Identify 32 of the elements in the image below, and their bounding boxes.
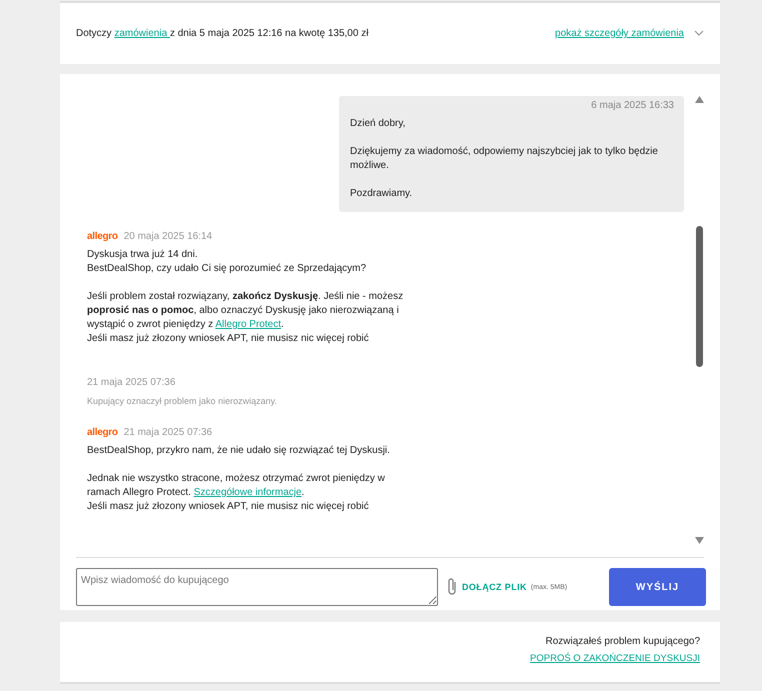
attach-file-link[interactable]: DOŁĄCZ PLIK — [462, 582, 527, 592]
message-text: Dzień dobry, — [350, 117, 406, 131]
paperclip-icon[interactable] — [446, 577, 458, 597]
message-text: BestDealShop, przykro nam, że nie udało się rozwiązać tej Dyskusji. — [87, 444, 391, 458]
resolve-question: Rozwiązałeś problem kupującego? — [545, 636, 700, 647]
logo: allegro — [87, 231, 118, 242]
order-details-link[interactable]: pokaż szczegóły zamówienia — [555, 28, 684, 39]
message-text: Jeśli masz już złozony wniosek APT, nie musisz nic więcej robić — [87, 332, 370, 346]
link[interactable]: zamówienia — [114, 28, 170, 39]
message-text: Jeśli problem został rozwiązany, zakończ Dyskusję. Jeśli nie - możesz poprosić nas o pomoc, albo oznaczyć Dyskusję jako nierozwiązaną i wystąpić o zwrot pieniędzy z Allegro Protect. — [87, 290, 404, 332]
message-date: 6 maja 2025 16:33 — [591, 100, 674, 111]
scrollbar-thumb[interactable] — [696, 226, 702, 367]
message-text: Kupujący oznaczył problem jako nierozwiązany. — [87, 395, 278, 408]
order-info: Dotyczy zamówienia z dnia 5 maja 2025 12:16 na kwotę 135,00 zł — [76, 28, 370, 39]
message-text: Jeśli masz już złozony wniosek APT, nie musisz nic więcej robić — [87, 500, 370, 514]
message-text: Dziękujemy za wiadomość, odpowiemy najszybciej jak to tylko będzie możliwe. — [350, 145, 659, 173]
message-text: Dyskusja trwa już 14 dni. — [87, 248, 199, 262]
chevron-icon[interactable] — [694, 30, 704, 36]
scroll-down-icon[interactable] — [694, 537, 704, 544]
scroll-up-icon[interactable] — [694, 96, 704, 103]
message-date: 20 maja 2025 16:14 — [124, 231, 212, 242]
request-close-link[interactable]: POPROŚ O ZAKOŃCZENIE DYSKUSJI — [530, 653, 700, 664]
message-date: 21 maja 2025 07:36 — [124, 427, 212, 438]
message-date: 21 maja 2025 07:36 — [87, 377, 176, 388]
link[interactable]: Szczegółowe informacje — [194, 487, 302, 498]
message-input[interactable]: Wpisz wiadomość do kupującego — [76, 568, 438, 606]
message-text: Jednak nie wszystko stracone, możesz otrzymać zwrot pieniędzy w ramach Allegro Protect. Szczegółowe informacje. — [87, 472, 386, 500]
link[interactable]: Allegro Protect — [215, 319, 281, 330]
message-text: Pozdrawiamy. — [350, 187, 414, 201]
send-button[interactable]: WYŚLIJ — [609, 568, 706, 606]
message-text: BestDealShop, czy udało Ci się porozumieć ze Sprzedającym? — [87, 262, 368, 276]
logo: allegro — [87, 427, 118, 438]
